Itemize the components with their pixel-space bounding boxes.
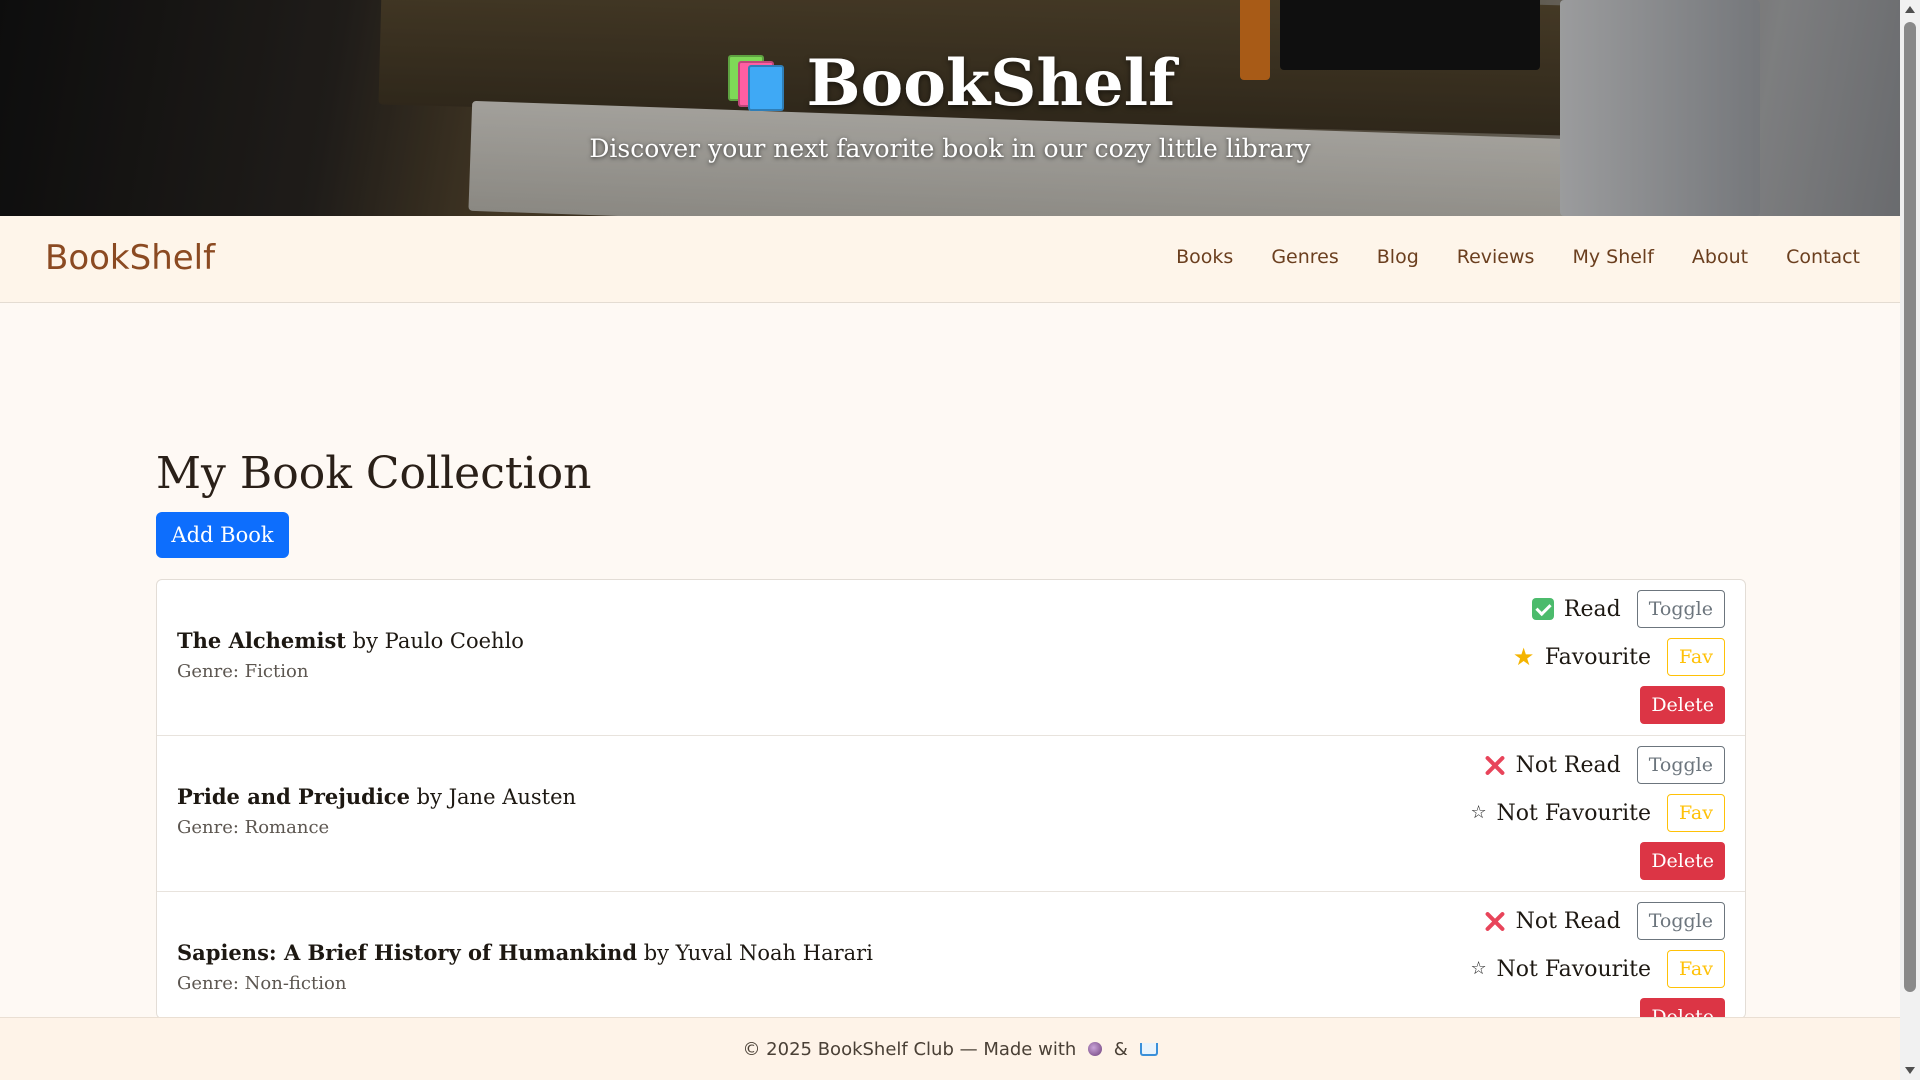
- nav-link-books[interactable]: Books: [1176, 246, 1233, 268]
- read-status-label: Not Read: [1515, 908, 1621, 934]
- toggle-read-button[interactable]: Toggle: [1636, 746, 1725, 784]
- fav-button[interactable]: Fav: [1667, 950, 1725, 988]
- book-controls: Read Toggle ★ Favourite Fav Delete: [1305, 590, 1725, 730]
- read-status: Not Read: [1484, 753, 1621, 778]
- toggle-read-button[interactable]: Toggle: [1636, 902, 1725, 940]
- book-title: The Alchemist: [177, 628, 346, 653]
- read-status: Not Read: [1484, 909, 1621, 934]
- book-genre: Genre: Non-fiction: [177, 973, 347, 994]
- book-genre: Genre: Romance: [177, 817, 330, 838]
- scroll-up-arrow-icon[interactable]: [1905, 6, 1915, 13]
- hero-title: BookShelf: [806, 46, 1176, 121]
- star-outline-icon: ☆: [1470, 802, 1487, 823]
- fav-status: ☆ Not Favourite: [1471, 957, 1651, 982]
- book-controls: Not Read Toggle ☆ Not Favourite Fav Dele…: [1305, 746, 1725, 886]
- delete-button[interactable]: Delete: [1640, 998, 1725, 1018]
- footer-amp: &: [1113, 1039, 1128, 1060]
- delete-button[interactable]: Delete: [1640, 842, 1725, 880]
- fav-status-label: Not Favourite: [1496, 956, 1652, 982]
- nav-link-about[interactable]: About: [1692, 246, 1748, 268]
- fav-button[interactable]: Fav: [1667, 638, 1725, 676]
- book-list: The Alchemist by Paulo Coehlo Genre: Fic…: [156, 579, 1746, 1019]
- fav-status: ★ Favourite: [1513, 645, 1651, 670]
- book-list-item: Pride and Prejudice by Jane Austen Genre…: [157, 736, 1745, 892]
- delete-button[interactable]: Delete: [1640, 686, 1725, 724]
- book-author: by Jane Austen: [416, 785, 577, 809]
- nav-link-genres[interactable]: Genres: [1271, 246, 1338, 268]
- book-info: The Alchemist by Paulo Coehlo Genre: Fic…: [177, 628, 524, 682]
- page-title: My Book Collection: [156, 448, 592, 499]
- fav-status: ☆ Not Favourite: [1471, 801, 1651, 826]
- top-navbar: BookShelf Books Genres Blog Reviews My S…: [0, 216, 1900, 303]
- cross-icon: [1484, 754, 1506, 776]
- star-filled-icon: ★: [1512, 643, 1535, 671]
- check-icon: [1531, 598, 1554, 620]
- book-list-item: The Alchemist by Paulo Coehlo Genre: Fic…: [157, 580, 1745, 736]
- book-info: Pride and Prejudice by Jane Austen Genre…: [177, 784, 576, 838]
- vertical-scrollbar[interactable]: [1900, 0, 1920, 1080]
- book-controls: Not Read Toggle ☆ Not Favourite Fav Dele…: [1305, 902, 1725, 1018]
- open-book-icon: [1139, 1043, 1158, 1056]
- toggle-read-button[interactable]: Toggle: [1636, 590, 1725, 628]
- hero-title-wrap: BookShelf: [0, 46, 1900, 121]
- hero-banner: BookShelf Discover your next favorite bo…: [0, 0, 1900, 216]
- fav-button[interactable]: Fav: [1667, 794, 1725, 832]
- book-info: Sapiens: A Brief History of Humankind by…: [177, 940, 873, 994]
- nav-link-contact[interactable]: Contact: [1786, 246, 1860, 268]
- read-status-label: Not Read: [1515, 752, 1621, 778]
- add-book-button[interactable]: Add Book: [156, 512, 289, 558]
- fav-status-label: Not Favourite: [1496, 800, 1652, 826]
- scrollbar-thumb[interactable]: [1904, 22, 1916, 992]
- book-title-line: Pride and Prejudice by Jane Austen: [177, 784, 576, 809]
- nav-links: Books Genres Blog Reviews My Shelf About…: [1176, 246, 1860, 268]
- book-title: Pride and Prejudice: [177, 784, 410, 809]
- book-title-line: Sapiens: A Brief History of Humankind by…: [177, 940, 873, 965]
- book-title-line: The Alchemist by Paulo Coehlo: [177, 628, 524, 653]
- book-author: by Yuval Noah Harari: [643, 941, 873, 965]
- hero-subtitle: Discover your next favorite book in our …: [589, 134, 1311, 163]
- book-genre: Genre: Fiction: [177, 661, 309, 682]
- page-footer: © 2025 BookShelf Club — Made with &: [0, 1017, 1900, 1080]
- coffee-icon: [1088, 1042, 1103, 1056]
- fav-status-label: Favourite: [1544, 644, 1652, 670]
- scroll-down-arrow-icon[interactable]: [1905, 1067, 1915, 1074]
- nav-link-reviews[interactable]: Reviews: [1457, 246, 1535, 268]
- navbar-brand[interactable]: BookShelf: [45, 238, 215, 278]
- star-outline-icon: ☆: [1470, 958, 1487, 979]
- cross-icon: [1484, 910, 1506, 932]
- book-title: Sapiens: A Brief History of Humankind: [177, 940, 638, 965]
- nav-link-my-shelf[interactable]: My Shelf: [1572, 246, 1653, 268]
- nav-link-blog[interactable]: Blog: [1377, 246, 1419, 268]
- read-status-label: Read: [1563, 596, 1621, 622]
- footer-text: © 2025 BookShelf Club — Made with: [742, 1039, 1077, 1060]
- book-author: by Paulo Coehlo: [352, 629, 524, 653]
- book-list-item: Sapiens: A Brief History of Humankind by…: [157, 892, 1745, 1018]
- books-stack-icon: [724, 53, 785, 111]
- read-status: Read: [1531, 596, 1621, 622]
